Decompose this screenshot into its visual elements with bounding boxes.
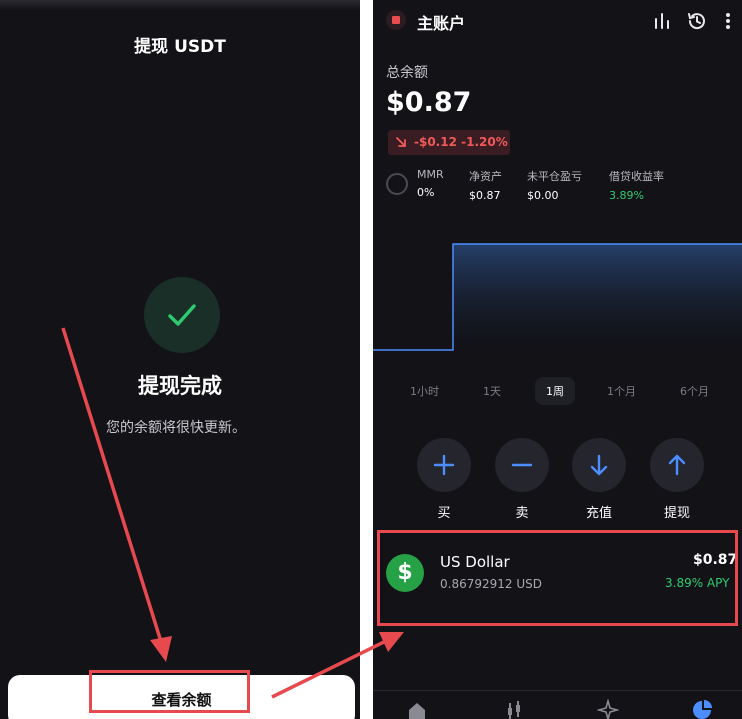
stat-value: 3.89%	[609, 189, 644, 202]
stat-value: $0.00	[527, 189, 559, 202]
buy-label: 买	[437, 506, 451, 521]
timeframe-1w[interactable]: 1周	[535, 377, 575, 405]
arrow-up-icon	[668, 454, 686, 476]
deposit-label: 充值	[585, 506, 612, 521]
status-subtitle: 您的余额将很快更新。	[106, 420, 246, 436]
total-balance-value: $0.87	[386, 87, 472, 118]
stat-value: $0.87	[469, 189, 501, 202]
stat-label: 借贷收益率	[609, 170, 664, 183]
sell-label: 卖	[515, 506, 529, 521]
account-title[interactable]: 主账户	[417, 10, 465, 34]
sell-button[interactable]	[495, 438, 549, 492]
history-icon[interactable]	[686, 10, 708, 32]
stat-mmr: MMR 0%	[417, 168, 444, 199]
total-balance-label: 总余额	[386, 65, 428, 81]
bottom-nav	[373, 690, 742, 719]
account-logo-icon	[386, 10, 406, 30]
stat-label: 净资产	[469, 170, 502, 183]
mmr-gauge-icon	[386, 173, 408, 195]
balance-change-badge: -$0.12 -1.20%	[388, 130, 510, 155]
status-bar-divider	[0, 0, 360, 10]
arrow-down-icon	[590, 454, 608, 476]
balance-change-text: -$0.12 -1.20%	[414, 135, 508, 149]
stat-net-assets: 净资产 $0.87	[469, 168, 502, 202]
withdraw-button[interactable]	[650, 438, 704, 492]
stat-label: 未平仓盈亏	[527, 170, 582, 183]
portfolio-pie-icon[interactable]	[691, 699, 713, 719]
trade-icon[interactable]	[503, 699, 525, 719]
checkmark-icon	[168, 304, 196, 326]
stat-lending-yield: 借贷收益率 3.89%	[609, 168, 664, 202]
success-badge	[144, 277, 220, 353]
home-icon[interactable]	[406, 699, 428, 719]
minus-icon	[511, 463, 533, 467]
stat-label: MMR	[417, 168, 444, 181]
buy-button[interactable]	[417, 438, 471, 492]
page-title: 提现 USDT	[134, 37, 226, 57]
timeframe-6m[interactable]: 6个月	[680, 383, 709, 399]
plus-icon	[433, 454, 455, 476]
chart-area	[453, 244, 742, 350]
sparkle-icon[interactable]	[597, 699, 619, 719]
timeframe-1h[interactable]: 1小时	[410, 383, 439, 399]
highlight-view-balance	[89, 670, 250, 713]
stat-value: 0%	[417, 186, 435, 199]
stat-unrealized-pnl: 未平仓盈亏 $0.00	[527, 168, 582, 202]
deposit-button[interactable]	[572, 438, 626, 492]
withdraw-label: 提现	[663, 506, 690, 521]
timeframe-1d[interactable]: 1天	[483, 383, 501, 399]
status-title: 提现完成	[138, 374, 222, 398]
bar-chart-icon[interactable]	[651, 10, 673, 32]
timeframe-1m[interactable]: 1个月	[607, 383, 636, 399]
withdraw-complete-screen: 提现 USDT 提现完成 您的余额将很快更新。 查看余额	[0, 0, 360, 719]
arrow-down-right-icon	[396, 137, 406, 147]
more-vertical-icon[interactable]	[723, 10, 733, 32]
highlight-asset-row	[377, 530, 738, 626]
balance-chart[interactable]	[373, 235, 742, 355]
